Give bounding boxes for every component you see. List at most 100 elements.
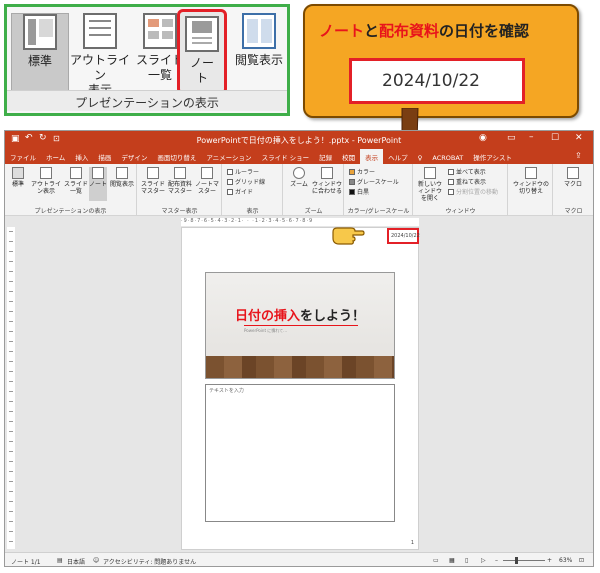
ribbon-tab[interactable]: 操作アシスト bbox=[468, 149, 517, 164]
black-white-button[interactable]: 白黒 bbox=[349, 187, 369, 196]
color-button[interactable]: カラー bbox=[349, 167, 375, 176]
zoom-in-icon[interactable]: + bbox=[547, 557, 552, 564]
status-zoom[interactable]: 63% bbox=[559, 557, 572, 564]
new-window-label: 新しいウィンドウを開く bbox=[417, 181, 442, 202]
arrange-all-button[interactable]: 並べて表示 bbox=[448, 167, 486, 176]
ribbon-tab[interactable]: 校閲 bbox=[337, 149, 360, 164]
notes-page-button[interactable]: ノー ト bbox=[177, 9, 227, 95]
ruler-tick bbox=[9, 361, 13, 362]
ribbon-reading-button[interactable]: 閲覧表示 bbox=[109, 167, 135, 188]
ribbon-tab[interactable]: 記録 bbox=[314, 149, 337, 164]
ribbon-group-presentation-views: 標準 アウトライン表示 スライド一覧 ノート 閲覧表示 プレゼンテーションの表示 bbox=[5, 164, 137, 216]
ribbon-normal-button[interactable]: 標準 bbox=[9, 167, 27, 188]
normal-view-button[interactable]: 標準 bbox=[11, 13, 69, 93]
ruler-tick bbox=[9, 471, 13, 472]
ribbon-tab[interactable]: ホーム bbox=[41, 149, 70, 164]
notes-master-icon bbox=[201, 167, 213, 179]
ribbon-group-macro: マクロ マクロ bbox=[554, 164, 593, 216]
header-date[interactable]: 2024/10/22 bbox=[387, 228, 420, 244]
ribbon-outline-button[interactable]: アウトライン表示 bbox=[31, 167, 61, 195]
fit-slide-icon[interactable]: ⊡ bbox=[579, 557, 584, 564]
ribbon-notes-label: ノート bbox=[89, 181, 108, 188]
ribbon-tab[interactable]: 描画 bbox=[93, 149, 116, 164]
ribbon-tab[interactable]: スライド ショー bbox=[257, 149, 315, 164]
ribbon-options-icon[interactable]: ▭ bbox=[507, 133, 516, 143]
guides-checkbox[interactable]: ガイド bbox=[227, 187, 253, 196]
new-window-button[interactable]: 新しいウィンドウを開く bbox=[416, 167, 444, 202]
outline-view-button[interactable]: アウトライン 表示 bbox=[69, 13, 131, 97]
slide-master-button[interactable]: スライドマスター bbox=[140, 167, 166, 195]
zoom-button[interactable]: ズーム bbox=[288, 167, 310, 188]
status-accessibility[interactable]: アクセシビリティ: 問題ありません bbox=[103, 557, 196, 566]
slideshow-status-icon[interactable]: ▷ bbox=[481, 557, 486, 564]
ribbon-group-label: プレゼンテーションの表示 bbox=[34, 208, 107, 215]
minimize-icon[interactable]: – bbox=[529, 132, 534, 142]
cascade-button[interactable]: 重ねて表示 bbox=[448, 177, 486, 186]
normal-view-icon bbox=[12, 167, 24, 179]
notes-page-icon bbox=[92, 167, 104, 179]
guides-label: ガイド bbox=[235, 189, 254, 196]
ruler-tick bbox=[9, 441, 13, 442]
zoom-out-icon[interactable]: – bbox=[495, 557, 498, 564]
callout-title: ノートと配布資料の日付を確認 bbox=[319, 20, 529, 41]
ribbon-tab[interactable]: ヘルプ bbox=[383, 149, 413, 164]
ribbon-tab[interactable]: デザイン bbox=[116, 149, 152, 164]
slide-underline bbox=[244, 325, 358, 326]
reading-view-label: 閲覧表示 bbox=[234, 53, 283, 67]
ruler-checkbox[interactable]: ルーラー bbox=[227, 167, 259, 176]
reading-view-icon bbox=[116, 167, 128, 179]
window-title: PowerPointで日付の挿入をしよう！.pptx - PowerPoint bbox=[196, 136, 402, 145]
notes-master-button[interactable]: ノートマスター bbox=[194, 167, 220, 195]
handout-master-button[interactable]: 配布資料マスター bbox=[166, 167, 194, 195]
ribbon-tab[interactable]: ファイル bbox=[5, 149, 41, 164]
ruler-tick bbox=[9, 431, 13, 432]
ribbon-group-label: ウィンドウ bbox=[445, 208, 476, 215]
normal-view-status-icon[interactable]: ▭ bbox=[433, 557, 439, 564]
maximize-icon[interactable]: ☐ bbox=[551, 133, 559, 143]
gridlines-checkbox[interactable]: グリッド線 bbox=[227, 177, 265, 186]
ribbon-tab[interactable]: 表示 bbox=[360, 149, 384, 164]
ruler-label: ルーラー bbox=[235, 169, 260, 176]
macros-button[interactable]: マクロ bbox=[560, 167, 586, 188]
slide-thumbnail[interactable]: 日付の挿入をしよう！ PowerPoint に慣れて… bbox=[205, 272, 395, 379]
callout-title-and: と bbox=[364, 22, 380, 40]
ruler-tick bbox=[9, 301, 13, 302]
grayscale-button[interactable]: グレースケール bbox=[349, 177, 399, 186]
notes-page: 2024/10/22 日付の挿入をしよう！ PowerPoint に慣れて… テ… bbox=[181, 227, 420, 550]
zoom-slider[interactable] bbox=[503, 560, 545, 561]
account-icon[interactable]: ◉ bbox=[479, 133, 487, 143]
notes-placeholder[interactable]: テキストを入力 bbox=[205, 384, 395, 522]
ruler-tick bbox=[9, 241, 13, 242]
move-split-button[interactable]: 分割位置の移動 bbox=[448, 187, 498, 196]
sorter-status-icon[interactable]: ▦ bbox=[449, 557, 455, 564]
ribbon-tab[interactable]: 挿入 bbox=[70, 149, 93, 164]
ruler-tick bbox=[9, 231, 13, 232]
check-icon bbox=[227, 169, 233, 175]
ribbon-group-zoom: ズーム ウィンドウに合わせる ズーム bbox=[284, 164, 344, 216]
ribbon-sorter-button[interactable]: スライド一覧 bbox=[63, 167, 89, 195]
ruler-tick bbox=[9, 491, 13, 492]
status-language[interactable]: 日本語 bbox=[67, 557, 85, 566]
ruler-tick bbox=[9, 391, 13, 392]
reading-status-icon[interactable]: ▯ bbox=[465, 557, 468, 564]
share-icon[interactable]: ⇪ bbox=[575, 151, 582, 160]
fit-to-window-button[interactable]: ウィンドウに合わせる bbox=[312, 167, 342, 195]
ribbon-tab[interactable]: 画面切り替え bbox=[152, 149, 201, 164]
handout-master-icon bbox=[174, 167, 186, 179]
gridlines-label: グリッド線 bbox=[235, 179, 266, 186]
slide-master-icon bbox=[147, 167, 159, 179]
slide-master-label: スライドマスター bbox=[140, 181, 165, 195]
ribbon-notes-button[interactable]: ノート bbox=[89, 167, 107, 201]
ribbon-group-color: カラー グレースケール 白黒 カラー/グレースケール bbox=[345, 164, 413, 216]
reading-view-button[interactable]: 閲覧表示 bbox=[229, 13, 289, 93]
callout-date-box: 2024/10/22 bbox=[349, 58, 525, 104]
vertical-ruler bbox=[7, 227, 15, 549]
ribbon-tab[interactable]: アニメーション bbox=[201, 149, 256, 164]
ruler-tick bbox=[9, 341, 13, 342]
callout-title-rest: の日付を確認 bbox=[439, 22, 530, 40]
zoom-slider-thumb[interactable] bbox=[515, 557, 518, 564]
macro-icon bbox=[567, 167, 579, 179]
close-icon[interactable]: ✕ bbox=[575, 133, 583, 143]
switch-windows-button[interactable]: ウィンドウの切り替え bbox=[511, 167, 551, 195]
ribbon-group-master-views: スライドマスター 配布資料マスター ノートマスター マスター表示 bbox=[138, 164, 222, 216]
